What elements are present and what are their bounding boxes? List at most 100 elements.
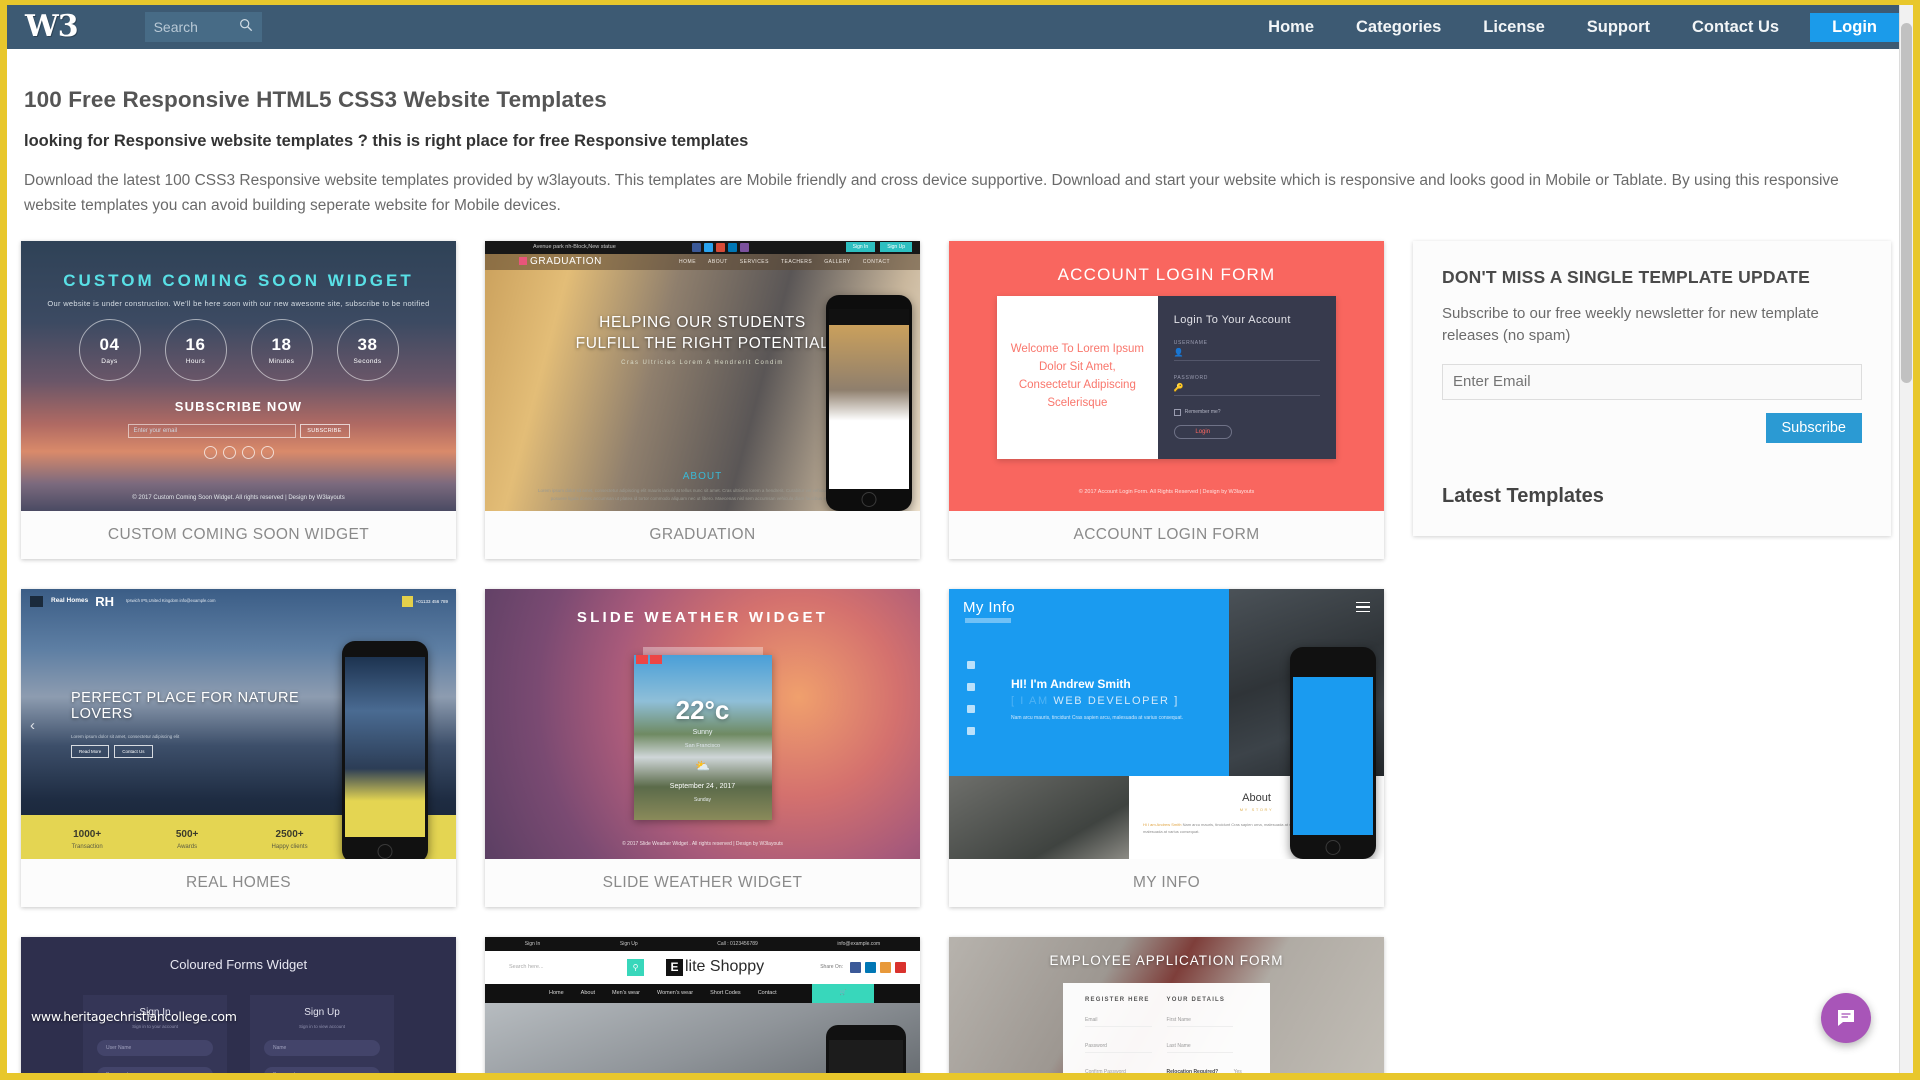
thumb-login-button: Login bbox=[1173, 424, 1232, 439]
nav-item-license[interactable]: License bbox=[1462, 5, 1565, 49]
twitter-icon bbox=[703, 242, 713, 252]
phone-mockup bbox=[826, 1024, 906, 1073]
thumb-nav-contact: CONTACT bbox=[862, 258, 890, 265]
thumb-topbar-call: Call : 0123456789 bbox=[717, 940, 758, 947]
page-scrollbar[interactable] bbox=[1899, 5, 1913, 1073]
thumb-header: Search here... ⚲ E lite Shoppy Share On: bbox=[485, 950, 920, 984]
thumb-bio: Nam arcu mauris, tincidunt Cras sapien a… bbox=[1011, 714, 1184, 721]
countdown-minutes: 18 Minutes bbox=[250, 318, 313, 381]
thumb-social-column bbox=[967, 660, 975, 735]
template-thumbnail[interactable]: My Info HI! I'm Andrew Smith [ I AM WEB … bbox=[949, 588, 1384, 859]
thumb-signup-sub: Sign in to view account bbox=[298, 1023, 346, 1029]
thumb-subscribe-button: SUBSCRIBE bbox=[299, 423, 350, 438]
thumb-auth-buttons: Sign In Sign Up bbox=[845, 242, 912, 252]
stat-happy-clients-value: 2500+ bbox=[275, 828, 304, 840]
thumb-col2-title: YOUR DETAILS bbox=[1166, 996, 1226, 1003]
twitter-icon bbox=[222, 445, 236, 459]
thumb-welcome-pane: Welcome To Lorem Ipsum Dolor Sit Amet, C… bbox=[997, 295, 1158, 459]
thumb-about-title: About bbox=[1242, 791, 1271, 804]
template-card[interactable]: SLIDE WEATHER WIDGET 22°c Sunny San Fran… bbox=[485, 588, 920, 907]
thumb-relocation-no: No bbox=[1178, 1074, 1185, 1080]
user-icon: 👤 bbox=[1173, 348, 1184, 357]
thumb-topbar-signup: Sign Up bbox=[619, 940, 638, 947]
thumb-topbar: Sign In Sign Up Call : 0123456789 info@e… bbox=[485, 936, 920, 951]
countdown-seconds-value: 38 bbox=[357, 334, 378, 354]
template-thumbnail[interactable]: Avenue park nh-Block,New statue Sign In … bbox=[485, 240, 920, 511]
latest-templates-title: Latest Templates bbox=[1442, 484, 1604, 507]
template-caption: SLIDE WEATHER WIDGET bbox=[485, 858, 920, 907]
youtube-icon bbox=[895, 961, 906, 973]
watermark-text: www.heritagechristiancollege.com bbox=[31, 1008, 237, 1024]
search-icon: ⚲ bbox=[627, 958, 644, 976]
search-input[interactable] bbox=[144, 13, 229, 41]
nav-item-contact-us[interactable]: Contact Us bbox=[1671, 5, 1800, 49]
thumb-title: CUSTOM COMING SOON WIDGET bbox=[63, 270, 414, 290]
template-thumbnail[interactable]: SLIDE WEATHER WIDGET 22°c Sunny San Fran… bbox=[485, 588, 920, 859]
thumb-copyright: © 2017 Account Login Form. All Rights Re… bbox=[1078, 488, 1255, 495]
thumb-logo-text: lite Shoppy bbox=[685, 958, 765, 975]
thumb-navbar: GRADUATION HOME ABOUT SERVICES TEACHERS … bbox=[485, 253, 920, 270]
thumb-signin-password: Password bbox=[97, 1066, 213, 1073]
newsletter-email-input[interactable] bbox=[1442, 363, 1862, 400]
facebook-icon bbox=[691, 242, 701, 252]
site-logo[interactable]: W3 bbox=[25, 12, 79, 42]
template-card[interactable]: Sign In Sign Up Call : 0123456789 info@e… bbox=[485, 936, 920, 1073]
template-card[interactable]: ACCOUNT LOGIN FORM Welcome To Lorem Ipsu… bbox=[949, 240, 1384, 559]
search-icon[interactable] bbox=[239, 18, 253, 32]
template-thumbnail[interactable]: Sign In Sign Up Call : 0123456789 info@e… bbox=[485, 936, 920, 1073]
thumb-nav-about: ABOUT bbox=[708, 258, 728, 265]
template-thumbnail[interactable]: ACCOUNT LOGIN FORM Welcome To Lorem Ipsu… bbox=[949, 240, 1384, 511]
brand-dot-icon bbox=[519, 257, 527, 265]
thumb-field-first-name: First Name bbox=[1166, 1017, 1234, 1027]
thumb-form-title: Login To Your Account bbox=[1173, 313, 1291, 326]
thumb-weather-card: 22°c Sunny San Francisco ⛅ September 24 … bbox=[633, 654, 772, 820]
weather-date: September 24 , 2017 bbox=[669, 782, 736, 790]
template-thumbnail[interactable]: Real Homes RH Ipswich IP5,United Kingdom… bbox=[21, 588, 456, 859]
thumb-social-row bbox=[691, 242, 749, 252]
thumb-signup-column: Sign Up Sign in to view account Name Pas… bbox=[250, 994, 394, 1073]
stat-transaction-value: 1000+ bbox=[73, 828, 102, 840]
thumb-signup-title: Sign Up bbox=[304, 1006, 340, 1018]
template-card[interactable]: Coloured Forms Widget Sign In Sign in to… bbox=[21, 936, 456, 1073]
thumb-form-headings: REGISTER HERE YOUR DETAILS bbox=[1085, 997, 1248, 1003]
search-box[interactable] bbox=[144, 12, 262, 42]
nav-item-home[interactable]: Home bbox=[1247, 5, 1335, 49]
template-card[interactable]: Avenue park nh-Block,New statue Sign In … bbox=[485, 240, 920, 559]
nav-item-support[interactable]: Support bbox=[1566, 5, 1671, 49]
template-caption: CUSTOM COMING SOON WIDGET bbox=[21, 510, 456, 559]
thumb-form-rows: Email Password Confirm Password First Na… bbox=[1085, 1017, 1248, 1080]
chat-widget-button[interactable] bbox=[1821, 993, 1871, 1043]
thumb-nav-gallery: GALLERY bbox=[824, 258, 851, 265]
template-card[interactable]: CUSTOM COMING SOON WIDGET Our website is… bbox=[21, 240, 456, 559]
thumb-col1-title: REGISTER HERE bbox=[1085, 996, 1150, 1003]
thumb-title: Coloured Forms Widget bbox=[169, 956, 308, 972]
thumb-remember-label: Remember me? bbox=[1184, 409, 1221, 415]
scrollbar-thumb[interactable] bbox=[1901, 23, 1912, 383]
thumb-hero-sub: Lorem ipsum dolor sit amet, consectetur … bbox=[71, 733, 180, 739]
linkedin-icon bbox=[727, 242, 737, 252]
page-content: 100 Free Responsive HTML5 CSS3 Website T… bbox=[7, 49, 1913, 1073]
login-button[interactable]: Login bbox=[1810, 12, 1899, 42]
thumb-address: Avenue park nh-Block,New statue bbox=[533, 244, 616, 250]
template-card[interactable]: EMPLOYEE APPLICATION FORM REGISTER HERE … bbox=[949, 936, 1384, 1080]
stat-awards-label: Awards bbox=[177, 843, 198, 850]
template-thumbnail[interactable]: Coloured Forms Widget Sign In Sign in to… bbox=[21, 936, 456, 1073]
template-card[interactable]: Real Homes RH Ipswich IP5,United Kingdom… bbox=[21, 588, 456, 907]
nav-item-categories[interactable]: Categories bbox=[1335, 5, 1462, 49]
template-thumbnail[interactable]: CUSTOM COMING SOON WIDGET Our website is… bbox=[21, 240, 456, 511]
thumb-form-panel: REGISTER HERE YOUR DETAILS Email Passwor… bbox=[1063, 982, 1270, 1080]
phone-mockup bbox=[1290, 646, 1376, 859]
hamburger-icon bbox=[30, 596, 43, 607]
newsletter-description: Subscribe to our free weekly newsletter … bbox=[1442, 304, 1819, 345]
subscribe-button[interactable]: Subscribe bbox=[1765, 412, 1862, 443]
thumb-tab-icons bbox=[635, 654, 662, 664]
template-caption: GRADUATION bbox=[485, 510, 920, 559]
thumb-signup-button: Sign Up bbox=[880, 242, 912, 252]
template-card[interactable]: My Info HI! I'm Andrew Smith [ I AM WEB … bbox=[949, 588, 1384, 907]
template-thumbnail[interactable]: EMPLOYEE APPLICATION FORM REGISTER HERE … bbox=[949, 936, 1384, 1080]
thumb-field-email: Email bbox=[1085, 1017, 1152, 1027]
thumb-contact-button: Contact Us bbox=[114, 744, 153, 758]
chat-bubble-icon bbox=[1838, 1010, 1854, 1026]
thumb-signin-button: Sign In bbox=[845, 242, 876, 252]
weather-day: Sunday bbox=[694, 796, 711, 803]
